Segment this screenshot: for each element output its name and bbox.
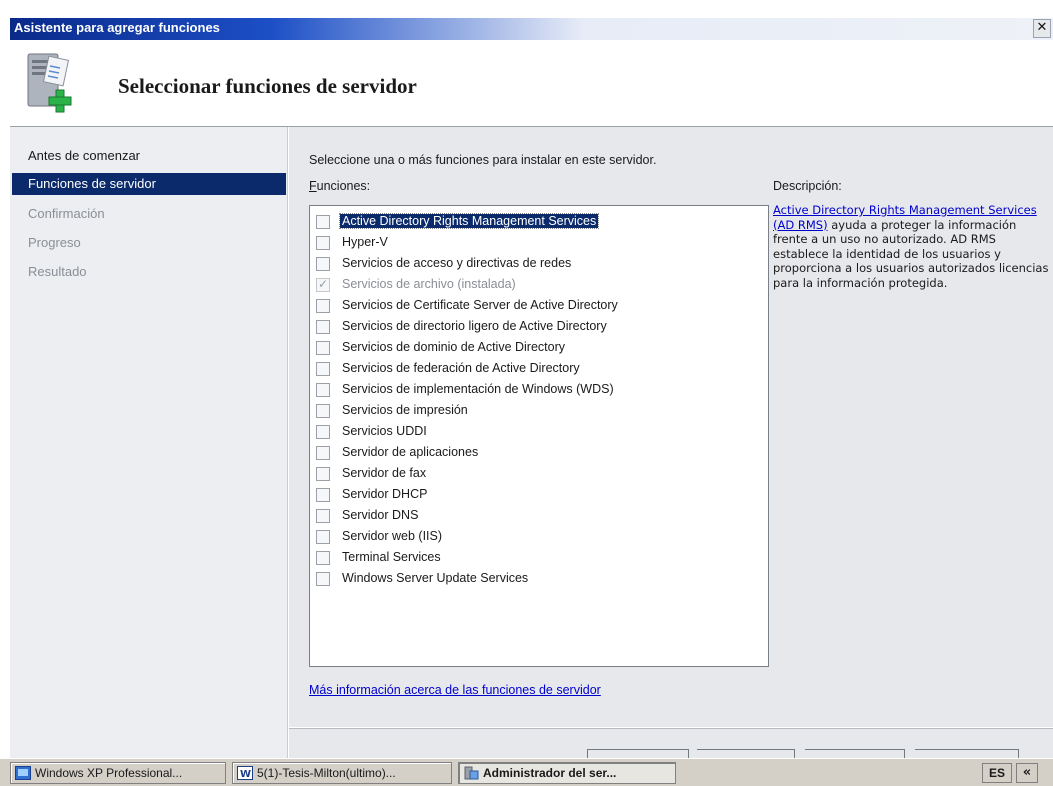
- role-row[interactable]: Servidor DNS: [316, 506, 756, 526]
- role-label[interactable]: Servidor DNS: [340, 508, 420, 522]
- roles-label-accesskey: F: [309, 179, 317, 193]
- wizard-steps-nav: Antes de comenzar Funciones de servidor …: [10, 127, 288, 758]
- role-label[interactable]: Servicios de implementación de Windows (…: [340, 382, 616, 396]
- role-row[interactable]: Servidor web (IIS): [316, 527, 756, 547]
- role-row[interactable]: Windows Server Update Services: [316, 569, 756, 589]
- role-label[interactable]: Active Directory Rights Management Servi…: [338, 213, 600, 229]
- role-checkbox[interactable]: [316, 341, 330, 355]
- instruction-text: Seleccione una o más funciones para inst…: [309, 153, 657, 167]
- roles-label-rest: unciones:: [316, 179, 371, 193]
- wizard-header: Seleccionar funciones de servidor: [10, 40, 1053, 126]
- role-checkbox[interactable]: [316, 446, 330, 460]
- role-label[interactable]: Servicios de impresión: [340, 403, 470, 417]
- role-label[interactable]: Hyper-V: [340, 235, 390, 249]
- role-label[interactable]: Servidor DHCP: [340, 487, 429, 501]
- role-checkbox[interactable]: [316, 551, 330, 565]
- role-label[interactable]: Servicios UDDI: [340, 424, 429, 438]
- description-text: Active Directory Rights Management Servi…: [773, 203, 1049, 290]
- vm-icon: [15, 766, 31, 780]
- role-row: Servicios de archivo (instalada): [316, 275, 756, 295]
- role-row[interactable]: Servicios de federación de Active Direct…: [316, 359, 756, 379]
- role-label[interactable]: Windows Server Update Services: [340, 571, 530, 585]
- svg-text:W: W: [240, 769, 251, 780]
- role-row[interactable]: Servicios de acceso y directivas de rede…: [316, 254, 756, 274]
- server-add-icon: [27, 53, 72, 113]
- role-label[interactable]: Servicios de dominio de Active Directory: [340, 340, 567, 354]
- taskbar-button-server-manager[interactable]: Administrador del ser...: [458, 762, 676, 784]
- taskbar-button-word[interactable]: W 5(1)-Tesis-Milton(ultimo)...: [232, 762, 452, 784]
- role-label[interactable]: Servidor web (IIS): [340, 529, 444, 543]
- role-row[interactable]: Servidor DHCP: [316, 485, 756, 505]
- role-row[interactable]: Servicios de Certificate Server de Activ…: [316, 296, 756, 316]
- role-row[interactable]: Active Directory Rights Management Servi…: [316, 212, 756, 232]
- page-title: Seleccionar funciones de servidor: [118, 74, 417, 98]
- taskbar-button-windows-xp[interactable]: Windows XP Professional...: [10, 762, 226, 784]
- nav-item-resultado: Resultado: [28, 264, 87, 279]
- role-checkbox[interactable]: [316, 404, 330, 418]
- close-button[interactable]: ✕: [1033, 19, 1051, 38]
- nav-item-progreso: Progreso: [28, 235, 81, 250]
- role-row[interactable]: Servicios UDDI: [316, 422, 756, 442]
- role-checkbox[interactable]: [316, 488, 330, 502]
- description-label: Descripción:: [773, 179, 842, 193]
- role-label[interactable]: Servidor de fax: [340, 466, 428, 480]
- taskbar-label: Administrador del ser...: [483, 766, 617, 780]
- role-checkbox[interactable]: [316, 236, 330, 250]
- nav-item-antes-de-comenzar[interactable]: Antes de comenzar: [12, 145, 286, 167]
- role-checkbox[interactable]: [316, 530, 330, 544]
- role-label[interactable]: Servicios de federación de Active Direct…: [340, 361, 582, 375]
- role-row[interactable]: Servidor de fax: [316, 464, 756, 484]
- taskbar: Windows XP Professional... W 5(1)-Tesis-…: [0, 758, 1053, 786]
- taskbar-label: Windows XP Professional...: [35, 766, 183, 780]
- wizard-button-row: [289, 729, 1053, 759]
- window-title: Asistente para agregar funciones: [14, 20, 220, 35]
- role-checkbox[interactable]: [316, 572, 330, 586]
- role-row[interactable]: Servicios de dominio de Active Directory: [316, 338, 756, 358]
- role-checkbox: [316, 277, 330, 292]
- more-info-link[interactable]: Más información acerca de las funciones …: [309, 683, 601, 697]
- role-checkbox[interactable]: [316, 362, 330, 376]
- role-checkbox[interactable]: [316, 467, 330, 481]
- role-row[interactable]: Servidor de aplicaciones: [316, 443, 756, 463]
- role-checkbox[interactable]: [316, 299, 330, 313]
- role-checkbox[interactable]: [316, 257, 330, 271]
- title-bar[interactable]: Asistente para agregar funciones ✕: [10, 18, 1053, 40]
- role-row[interactable]: Hyper-V: [316, 233, 756, 253]
- role-checkbox[interactable]: [316, 383, 330, 397]
- nav-item-funciones-de-servidor[interactable]: Funciones de servidor: [12, 173, 286, 195]
- role-row[interactable]: Servicios de impresión: [316, 401, 756, 421]
- taskbar-label: 5(1)-Tesis-Milton(ultimo)...: [257, 766, 396, 780]
- wizard-window: Asistente para agregar funciones ✕ Selec…: [0, 0, 1053, 762]
- role-label[interactable]: Servicios de directorio ligero de Active…: [340, 319, 609, 333]
- role-label[interactable]: Terminal Services: [340, 550, 443, 564]
- role-label[interactable]: Servicios de Certificate Server de Activ…: [340, 298, 620, 312]
- server-manager-icon: [464, 766, 479, 780]
- role-checkbox[interactable]: [316, 215, 330, 229]
- language-indicator[interactable]: ES: [982, 763, 1012, 783]
- role-checkbox[interactable]: [316, 320, 330, 334]
- role-label: Servicios de archivo (instalada): [342, 277, 516, 291]
- role-row[interactable]: Terminal Services: [316, 548, 756, 568]
- word-icon: W: [237, 766, 253, 780]
- role-label[interactable]: Servidor de aplicaciones: [340, 445, 480, 459]
- roles-label: Funciones:: [309, 179, 370, 193]
- roles-list[interactable]: Active Directory Rights Management Servi…: [309, 205, 769, 667]
- role-label[interactable]: Servicios de acceso y directivas de rede…: [340, 256, 573, 270]
- nav-item-confirmacion: Confirmación: [28, 206, 105, 221]
- role-row[interactable]: Servicios de implementación de Windows (…: [316, 380, 756, 400]
- role-checkbox[interactable]: [316, 425, 330, 439]
- expand-tray-button[interactable]: «: [1016, 763, 1038, 783]
- wizard-content: Seleccione una o más funciones para inst…: [289, 127, 1053, 727]
- role-row[interactable]: Servicios de directorio ligero de Active…: [316, 317, 756, 337]
- role-checkbox[interactable]: [316, 509, 330, 523]
